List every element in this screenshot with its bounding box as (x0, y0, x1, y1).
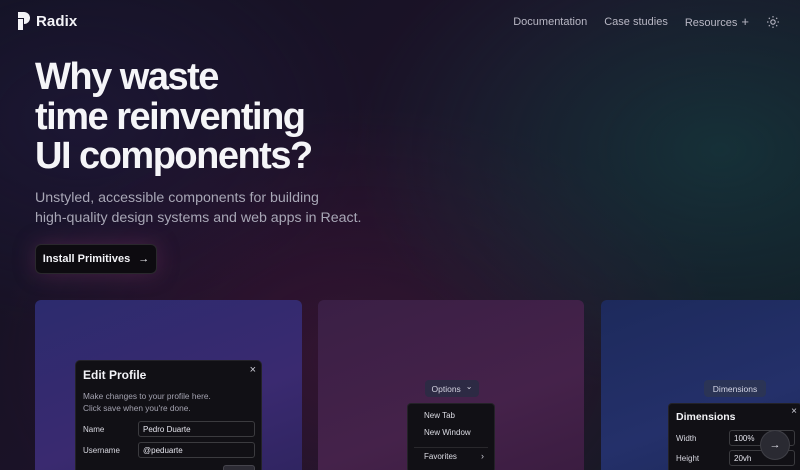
hero-subtitle: Unstyled, accessible components for buil… (35, 188, 415, 228)
arrow-right-fab-button[interactable]: → (760, 430, 790, 460)
name-input[interactable] (138, 421, 255, 437)
subtitle-line-2: high-quality design systems and web apps… (35, 210, 362, 226)
close-icon[interactable]: × (791, 406, 797, 417)
radix-logo-icon (18, 12, 30, 30)
install-primitives-button[interactable]: Install Primitives → (35, 244, 157, 274)
menu-separator (414, 447, 488, 448)
edit-profile-dialog: Edit Profile × Make changes to your prof… (75, 360, 262, 470)
hero-headline: Why waste time reinventing UI components… (35, 56, 455, 177)
chevron-right-icon: › (481, 451, 484, 461)
subtitle-line-1: Unstyled, accessible components for buil… (35, 190, 319, 206)
save-button[interactable] (223, 465, 255, 470)
width-label: Width (676, 434, 697, 443)
dialog-title: Edit Profile (83, 368, 147, 382)
close-icon[interactable]: × (250, 364, 256, 376)
headline-line-3: UI components? (35, 135, 313, 177)
nav-case-studies-link[interactable]: Case studies (604, 16, 668, 28)
sun-icon[interactable] (766, 15, 780, 29)
install-primitives-label: Install Primitives (42, 253, 131, 265)
headline-line-2: time reinventing (35, 95, 306, 138)
options-label: Options (431, 383, 461, 394)
username-input[interactable] (138, 442, 255, 458)
height-label: Height (676, 454, 700, 463)
nav-resources-link[interactable]: Resources + (685, 14, 749, 29)
plus-icon: + (741, 14, 749, 29)
nav-documentation-link[interactable]: Documentation (513, 16, 587, 28)
arrow-right-icon: → (138, 253, 150, 265)
dialog-description-line-1: Make changes to your profile here. (83, 391, 211, 401)
options-trigger-button[interactable]: Options ⌄ (425, 380, 479, 397)
username-label: Username (83, 446, 120, 455)
resources-label: Resources (684, 17, 738, 29)
headline-line-1: Why waste (35, 56, 219, 98)
brand-logo[interactable]: Radix (18, 12, 77, 30)
brand-name: Radix (36, 12, 78, 30)
top-nav: Radix Documentation Case studies Resourc… (0, 0, 800, 44)
menu-item-favorites[interactable]: Favorites (424, 452, 457, 461)
menu-item-new-window[interactable]: New Window (424, 428, 471, 437)
name-label: Name (83, 425, 105, 434)
dialog-description: Make changes to your profile here. Click… (83, 390, 253, 414)
chevron-down-icon: ⌄ (465, 382, 473, 391)
dialog-description-line-2: Click save when you're done. (83, 403, 191, 413)
popover-title: Dimensions (676, 411, 736, 423)
dimensions-trigger-button[interactable]: Dimensions (704, 380, 766, 397)
menu-item-new-tab[interactable]: New Tab (424, 411, 455, 420)
options-dropdown-menu: New Tab New Window Favorites › (407, 403, 495, 470)
